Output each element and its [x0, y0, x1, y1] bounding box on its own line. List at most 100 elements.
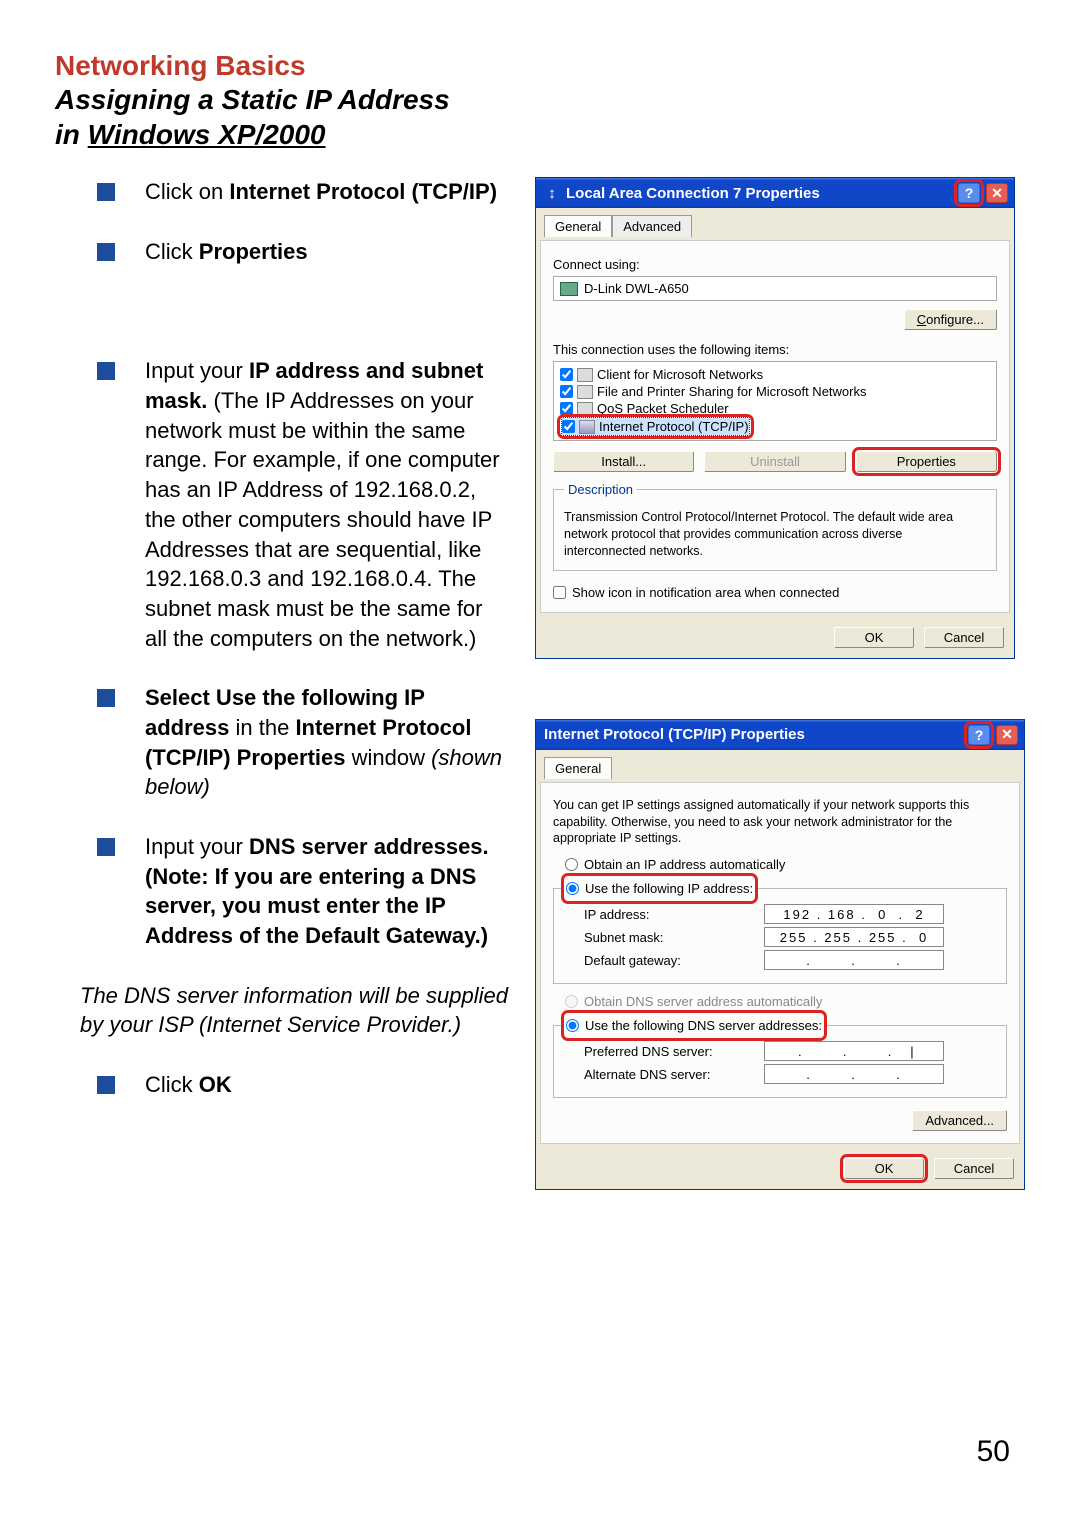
instr-1-text: Click on — [145, 179, 229, 204]
preferred-dns-field[interactable] — [764, 1041, 944, 1061]
close-button[interactable]: ✕ — [986, 183, 1008, 203]
instruction-3: Input your IP address and subnet mask. (… — [145, 356, 510, 653]
configure-button[interactable]: CConfigure...onfigure... — [904, 309, 997, 330]
help-button[interactable]: ? — [958, 183, 980, 203]
ip-address-label: IP address: — [584, 907, 764, 922]
check-qos[interactable] — [560, 402, 573, 415]
radio-use-ip-label: Use the following IP address: — [585, 881, 753, 896]
instruction-2: Click Properties — [145, 237, 510, 267]
radio-obtain-dns-label: Obtain DNS server address automatically — [584, 994, 822, 1009]
list-item-label: QoS Packet Scheduler — [597, 401, 729, 416]
isp-note: The DNS server information will be suppl… — [80, 981, 510, 1040]
instr-2-text: Click — [145, 239, 199, 264]
list-item-qos[interactable]: QoS Packet Scheduler — [560, 400, 990, 417]
install-button[interactable]: Install... — [553, 451, 694, 472]
dialog-lan-properties: ↕ Local Area Connection 7 Properties ? ✕… — [535, 177, 1015, 659]
titlebar-lan-text: Local Area Connection 7 Properties — [566, 185, 952, 202]
list-item-label: File and Printer Sharing for Microsoft N… — [597, 384, 866, 399]
radio-obtain-dns — [565, 995, 578, 1008]
titlebar-lan[interactable]: ↕ Local Area Connection 7 Properties ? ✕ — [536, 178, 1014, 208]
instruction-6: Click OK — [145, 1070, 510, 1100]
dialog-tcpip-properties: Internet Protocol (TCP/IP) Properties ? … — [535, 719, 1025, 1191]
client-icon — [577, 368, 593, 382]
show-icon-label: Show icon in notification area when conn… — [572, 585, 839, 600]
instruction-5: Input your DNS server addresses. (Note: … — [145, 832, 510, 951]
instr-3-c: (The IP Addresses on your network must b… — [145, 388, 500, 651]
radio-use-dns-label: Use the following DNS server addresses: — [585, 1018, 822, 1033]
adapter-field: D-Link DWL-A650 — [553, 276, 997, 301]
default-gateway-label: Default gateway: — [584, 953, 764, 968]
nic-icon — [560, 282, 578, 296]
instr-4-b: in the — [229, 715, 295, 740]
radio-obtain-ip-label: Obtain an IP address automatically — [584, 857, 785, 872]
connect-using-label: Connect using: — [553, 257, 997, 272]
cancel-button[interactable]: Cancel — [934, 1158, 1014, 1179]
list-item-client[interactable]: Client for Microsoft Networks — [560, 366, 990, 383]
cancel-button[interactable]: Cancel — [924, 627, 1004, 648]
instr-6-b: OK — [199, 1072, 232, 1097]
instr-5-a: Input your — [145, 834, 249, 859]
subnet-mask-field[interactable] — [764, 927, 944, 947]
ip-address-field[interactable] — [764, 904, 944, 924]
alternate-dns-label: Alternate DNS server: — [584, 1067, 764, 1082]
tab-advanced[interactable]: Advanced — [612, 215, 692, 237]
ok-button[interactable]: OK — [844, 1158, 924, 1179]
check-client[interactable] — [560, 368, 573, 381]
close-button[interactable]: ✕ — [996, 725, 1018, 745]
adapter-name: D-Link DWL-A650 — [584, 281, 689, 296]
network-up-icon: ↕ — [544, 185, 560, 202]
instr-4-d: window — [345, 745, 431, 770]
list-item-fileprint[interactable]: File and Printer Sharing for Microsoft N… — [560, 383, 990, 400]
instruction-1: Click on Internet Protocol (TCP/IP) — [145, 177, 510, 207]
instr-2-bold: Properties — [199, 239, 308, 264]
advanced-button[interactable]: Advanced... — [912, 1110, 1007, 1131]
list-item-label: Client for Microsoft Networks — [597, 367, 763, 382]
tcpip-note: You can get IP settings assigned automat… — [553, 797, 1007, 848]
titlebar-tcpip-text: Internet Protocol (TCP/IP) Properties — [544, 726, 962, 743]
instruction-4: Select Use the following IP address in t… — [145, 683, 510, 802]
list-item-label: Internet Protocol (TCP/IP) — [599, 419, 749, 434]
ok-button[interactable]: OK — [834, 627, 914, 648]
section-subtitle: Assigning a Static IP Address in Windows… — [55, 82, 1025, 152]
default-gateway-field[interactable] — [764, 950, 944, 970]
section-title-red: Networking Basics — [55, 50, 1025, 82]
description-legend: Description — [564, 482, 637, 497]
page-number: 50 — [977, 1435, 1010, 1469]
subnet-mask-label: Subnet mask: — [584, 930, 764, 945]
help-button[interactable]: ? — [968, 725, 990, 745]
ring-tcpip-item: Internet Protocol (TCP/IP) — [560, 417, 751, 436]
protocol-icon — [579, 420, 595, 434]
subtitle-line2-underline: Windows XP/2000 — [88, 119, 326, 150]
check-tcpip[interactable] — [562, 420, 575, 433]
titlebar-tcpip[interactable]: Internet Protocol (TCP/IP) Properties ? … — [536, 720, 1024, 750]
description-fieldset: Description Transmission Control Protoco… — [553, 482, 997, 571]
radio-use-dns-row[interactable]: Use the following DNS server addresses: — [566, 1018, 822, 1033]
check-show-icon[interactable] — [553, 586, 566, 599]
ring-use-dns: Use the following DNS server addresses: — [564, 1013, 824, 1038]
connection-items-list[interactable]: Client for Microsoft Networks File and P… — [553, 361, 997, 441]
radio-use-ip[interactable] — [566, 882, 579, 895]
radio-use-dns[interactable] — [566, 1019, 579, 1032]
alternate-dns-field[interactable] — [764, 1064, 944, 1084]
subtitle-line1: Assigning a Static IP Address — [55, 84, 450, 115]
uninstall-button[interactable]: Uninstall — [704, 451, 845, 472]
radio-obtain-ip-row[interactable]: Obtain an IP address automatically — [565, 857, 1007, 872]
tab-general[interactable]: General — [544, 215, 612, 237]
service-icon — [577, 402, 593, 416]
tab-general[interactable]: General — [544, 757, 612, 779]
instr-6-a: Click — [145, 1072, 199, 1097]
properties-button[interactable]: Properties — [856, 451, 997, 472]
radio-use-ip-row[interactable]: Use the following IP address: — [566, 881, 753, 896]
description-text: Transmission Control Protocol/Internet P… — [564, 509, 986, 560]
instr-3-a: Input your — [145, 358, 249, 383]
service-icon — [577, 385, 593, 399]
subtitle-line2-prefix: in — [55, 119, 88, 150]
check-fileprint[interactable] — [560, 385, 573, 398]
instr-1-bold: Internet Protocol (TCP/IP) — [229, 179, 497, 204]
preferred-dns-label: Preferred DNS server: — [584, 1044, 764, 1059]
radio-obtain-dns-row: Obtain DNS server address automatically — [565, 994, 1007, 1009]
items-label: This connection uses the following items… — [553, 342, 997, 357]
list-item-tcpip[interactable]: Internet Protocol (TCP/IP) — [562, 418, 749, 435]
ring-use-ip: Use the following IP address: — [564, 876, 755, 901]
radio-obtain-ip[interactable] — [565, 858, 578, 871]
